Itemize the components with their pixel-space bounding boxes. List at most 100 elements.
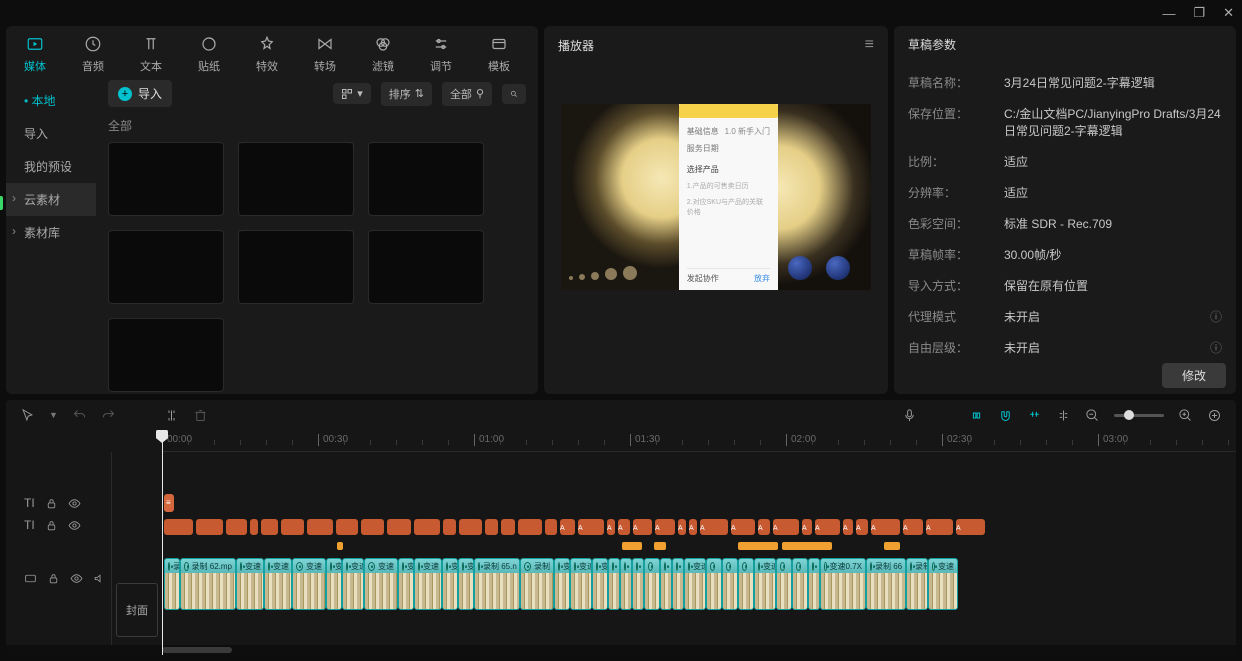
sort-button[interactable]: 排序 ⇅ bbox=[381, 82, 432, 106]
magnet-right-button[interactable] bbox=[1027, 408, 1042, 423]
video-clip[interactable]: 变 bbox=[326, 558, 342, 610]
subtitle-clip[interactable] bbox=[545, 519, 557, 535]
view-mode-button[interactable]: ▾ bbox=[333, 83, 371, 104]
cursor-tool[interactable] bbox=[20, 408, 35, 423]
marker-clip[interactable] bbox=[782, 542, 832, 550]
subtitle-clip[interactable]: A bbox=[700, 519, 728, 535]
marker-clip[interactable] bbox=[654, 542, 666, 550]
magnet-main-button[interactable] bbox=[998, 408, 1013, 423]
tab-transition[interactable]: 转场 bbox=[314, 34, 336, 74]
subtitle-clip[interactable]: A bbox=[815, 519, 840, 535]
video-clip[interactable]: 变速 bbox=[292, 558, 326, 610]
import-button[interactable]: + 导入 bbox=[108, 80, 172, 107]
subtitle-clip[interactable] bbox=[336, 519, 358, 535]
video-clip[interactable] bbox=[672, 558, 684, 610]
subtitle-clip[interactable] bbox=[250, 519, 258, 535]
eye-icon[interactable] bbox=[68, 497, 81, 510]
track-head-text1[interactable]: TI bbox=[6, 492, 111, 514]
subtitle-clip[interactable] bbox=[414, 519, 440, 535]
marker-clip[interactable] bbox=[337, 542, 343, 550]
media-thumb[interactable] bbox=[108, 230, 224, 304]
media-thumb[interactable] bbox=[238, 230, 354, 304]
sidebar-item-local[interactable]: • 本地 bbox=[6, 84, 96, 117]
zoom-in-button[interactable] bbox=[1178, 408, 1193, 423]
video-clip[interactable]: 变 bbox=[592, 558, 608, 610]
video-clip[interactable] bbox=[792, 558, 808, 610]
video-track[interactable]: 录制录制 62.mp变速变速变速变变速变速变变速变变录制 65.n录制变变速变变… bbox=[162, 556, 1236, 612]
eye-icon[interactable] bbox=[70, 572, 83, 585]
magnet-left-button[interactable] bbox=[969, 408, 984, 423]
subtitle-clip[interactable] bbox=[485, 519, 498, 535]
align-button[interactable] bbox=[1056, 408, 1071, 423]
scrollbar-thumb[interactable] bbox=[162, 647, 232, 653]
zoom-fit-button[interactable] bbox=[1207, 408, 1222, 423]
video-clip[interactable]: 变 bbox=[442, 558, 458, 610]
info-icon[interactable]: ⓘ bbox=[1210, 339, 1222, 356]
subtitle-clip[interactable] bbox=[518, 519, 542, 535]
video-clip[interactable]: 变速 bbox=[264, 558, 292, 610]
subtitle-clip[interactable]: A bbox=[773, 519, 799, 535]
subtitle-track[interactable]: AAAAAAAAAAAAAAAAAAAA bbox=[162, 516, 1236, 538]
lock-icon[interactable] bbox=[47, 572, 60, 585]
info-icon[interactable]: ⓘ bbox=[1210, 308, 1222, 325]
video-clip[interactable]: 变速 bbox=[928, 558, 958, 610]
media-thumb[interactable] bbox=[108, 142, 224, 216]
video-clip[interactable]: 变速 bbox=[236, 558, 264, 610]
tab-audio[interactable]: 音频 bbox=[82, 34, 104, 74]
text-clip[interactable]: ≡ bbox=[164, 494, 174, 512]
subtitle-clip[interactable] bbox=[226, 519, 247, 535]
zoom-slider[interactable] bbox=[1114, 414, 1164, 417]
search-button[interactable] bbox=[502, 84, 526, 104]
sidebar-item-cloud[interactable]: 云素材 bbox=[6, 183, 96, 216]
redo-button[interactable] bbox=[101, 408, 116, 423]
mute-icon[interactable] bbox=[93, 572, 106, 585]
modify-button[interactable]: 修改 bbox=[1162, 363, 1226, 388]
subtitle-clip[interactable] bbox=[281, 519, 304, 535]
video-clip[interactable]: 录制 65.n bbox=[474, 558, 520, 610]
video-clip[interactable]: 变 bbox=[458, 558, 474, 610]
mic-button[interactable] bbox=[902, 408, 917, 423]
sidebar-item-library[interactable]: 素材库 bbox=[6, 216, 96, 249]
window-close-button[interactable]: ✕ bbox=[1223, 5, 1234, 21]
video-clip[interactable] bbox=[608, 558, 620, 610]
video-clip[interactable] bbox=[706, 558, 722, 610]
tab-filter[interactable]: 滤镜 bbox=[372, 34, 394, 74]
subtitle-clip[interactable] bbox=[459, 519, 482, 535]
zoom-out-button[interactable] bbox=[1085, 408, 1100, 423]
video-clip[interactable]: 变速0.7X bbox=[820, 558, 866, 610]
tracks-content[interactable]: ≡ AAAAAAAAAAAAAAAAAAAA 录制录制 62.mp变速变速变速变… bbox=[162, 452, 1236, 645]
subtitle-clip[interactable] bbox=[361, 519, 384, 535]
video-clip[interactable]: 录制 66 bbox=[866, 558, 906, 610]
subtitle-clip[interactable]: A bbox=[956, 519, 985, 535]
delete-tool[interactable] bbox=[193, 408, 208, 423]
subtitle-clip[interactable] bbox=[164, 519, 193, 535]
subtitle-clip[interactable]: A bbox=[678, 519, 686, 535]
video-clip[interactable] bbox=[776, 558, 792, 610]
tab-template[interactable]: 模板 bbox=[488, 34, 510, 74]
lock-icon[interactable] bbox=[45, 497, 58, 510]
subtitle-clip[interactable] bbox=[387, 519, 411, 535]
subtitle-clip[interactable]: A bbox=[633, 519, 652, 535]
video-clip[interactable] bbox=[644, 558, 660, 610]
tab-adjust[interactable]: 调节 bbox=[430, 34, 452, 74]
video-clip[interactable]: 变速 bbox=[364, 558, 398, 610]
video-clip[interactable]: 变速 bbox=[684, 558, 706, 610]
video-clip[interactable]: 变速 bbox=[342, 558, 364, 610]
media-thumb[interactable] bbox=[108, 318, 224, 392]
window-maximize-button[interactable]: ❐ bbox=[1193, 5, 1205, 21]
video-clip[interactable]: 录制 bbox=[520, 558, 554, 610]
cover-button[interactable]: 封面 bbox=[116, 583, 158, 637]
subtitle-clip[interactable] bbox=[443, 519, 456, 535]
track-head-video[interactable] bbox=[6, 550, 111, 606]
video-clip[interactable]: 录制 bbox=[906, 558, 928, 610]
subtitle-clip[interactable]: A bbox=[560, 519, 575, 535]
video-clip[interactable]: 变 bbox=[398, 558, 414, 610]
player-viewport[interactable]: 基础信息1.0 新手入门 服务日期 选择产品 1.产品的可售卖日历 2.对应SK… bbox=[544, 64, 888, 394]
video-clip[interactable]: 变速 bbox=[414, 558, 442, 610]
video-clip[interactable]: 录制 bbox=[164, 558, 180, 610]
lock-icon[interactable] bbox=[45, 519, 58, 532]
subtitle-clip[interactable]: A bbox=[607, 519, 615, 535]
subtitle-clip[interactable] bbox=[307, 519, 333, 535]
subtitle-clip[interactable] bbox=[501, 519, 515, 535]
tab-text[interactable]: 文本 bbox=[140, 34, 162, 74]
